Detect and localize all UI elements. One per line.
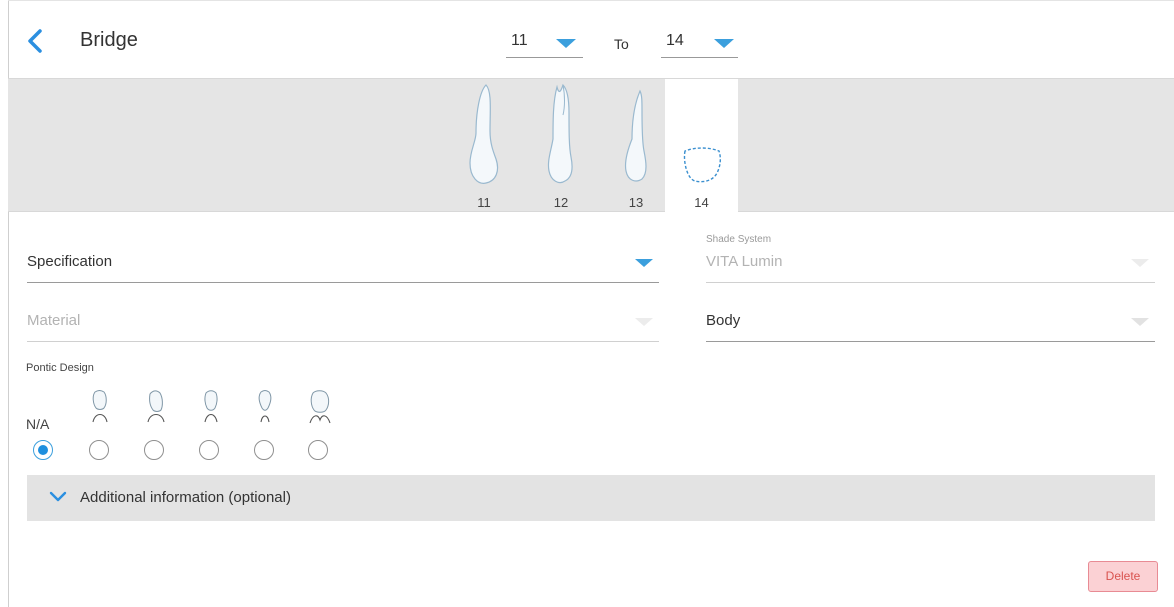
page-title: Bridge <box>80 29 138 51</box>
tooth-11[interactable]: 11 <box>456 79 512 213</box>
bridge-header: Bridge 11 To 14 <box>8 0 1174 78</box>
pontic-sanitary-radio[interactable] <box>308 440 328 460</box>
material-select[interactable]: Material <box>27 302 659 342</box>
missing-tooth-outline-icon <box>683 147 722 183</box>
material-value: Material <box>27 312 81 329</box>
to-label: To <box>614 36 629 52</box>
tooth-chart-strip: 11 12 13 14 <box>8 78 1174 213</box>
dropdown-caret-icon <box>635 259 653 267</box>
dropdown-caret-icon <box>635 318 653 326</box>
tooth-11-icon <box>469 84 499 184</box>
tooth-13-icon <box>624 89 647 182</box>
specification-value: Specification <box>27 253 113 270</box>
pontic-na-label: N/A <box>26 416 50 432</box>
delete-button[interactable]: Delete <box>1088 561 1158 592</box>
specification-select[interactable]: Specification <box>27 243 659 283</box>
body-select[interactable]: Body <box>706 302 1155 342</box>
pontic-na-radio[interactable] <box>33 440 53 460</box>
body-value: Body <box>706 312 741 329</box>
from-tooth-select[interactable]: 11 <box>506 30 583 58</box>
pontic-conical-radio[interactable] <box>254 440 274 460</box>
chevron-down-icon <box>49 491 67 502</box>
pontic-design-label: Pontic Design <box>26 362 94 374</box>
to-tooth-select[interactable]: 14 <box>661 30 738 58</box>
pontic-modified-ridge-lap-icon <box>147 390 165 423</box>
tooth-number: 11 <box>477 195 491 210</box>
dropdown-caret-icon <box>714 39 734 48</box>
pontic-ridge-lap-icon <box>204 390 218 423</box>
tooth-14[interactable]: 14 <box>665 79 738 213</box>
tooth-12-icon <box>547 83 573 184</box>
additional-information-label: Additional information (optional) <box>80 489 291 506</box>
shade-system-select[interactable]: VITA Lumin <box>706 243 1155 283</box>
pontic-conical-icon <box>258 390 272 423</box>
to-tooth-value: 14 <box>666 32 684 49</box>
tooth-number: 13 <box>628 195 644 210</box>
dropdown-caret-icon <box>1131 318 1149 326</box>
additional-information-toggle[interactable]: Additional information (optional) <box>27 475 1155 521</box>
dropdown-caret-icon <box>556 39 576 48</box>
pontic-ovate-icon <box>92 390 108 423</box>
tooth-number: 14 <box>694 195 709 210</box>
tooth-number: 12 <box>553 195 569 210</box>
shade-system-value: VITA Lumin <box>706 253 783 270</box>
pontic-ovate-radio[interactable] <box>89 440 109 460</box>
pontic-modified-ridge-lap-radio[interactable] <box>144 440 164 460</box>
tooth-13[interactable]: 13 <box>608 79 664 213</box>
pontic-ridge-lap-radio[interactable] <box>199 440 219 460</box>
back-chevron-icon[interactable] <box>24 28 48 54</box>
pontic-sanitary-icon <box>309 390 331 424</box>
tooth-12[interactable]: 12 <box>533 79 589 213</box>
dropdown-caret-icon <box>1131 259 1149 267</box>
from-tooth-value: 11 <box>511 32 528 49</box>
